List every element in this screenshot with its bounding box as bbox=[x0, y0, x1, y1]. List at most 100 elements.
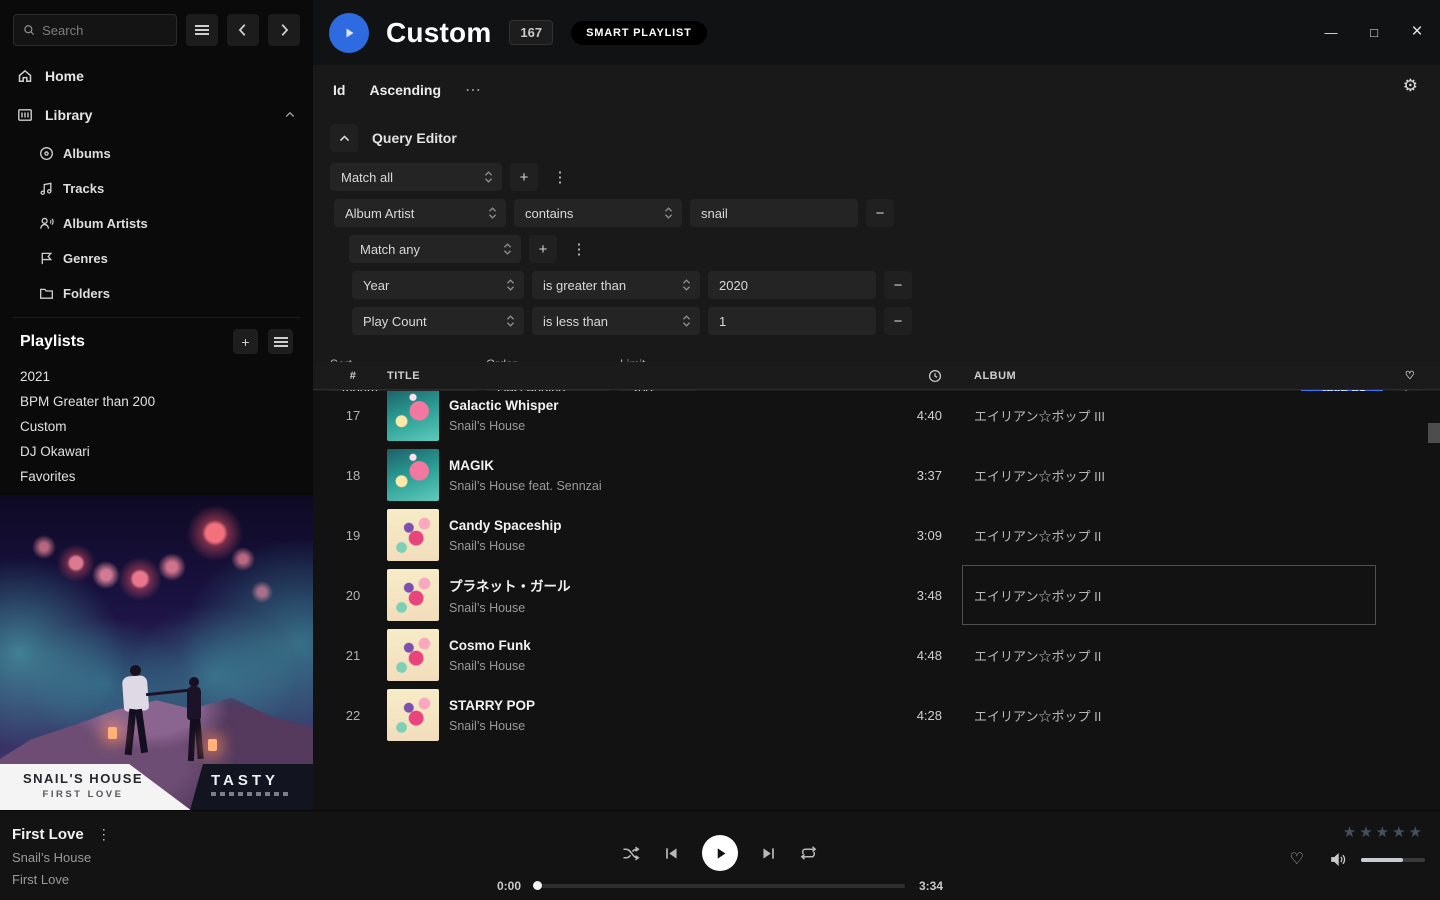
column-header-title[interactable]: TITLE bbox=[387, 370, 858, 382]
rule-field-select[interactable]: Year bbox=[352, 271, 524, 299]
query-rule: Album Artist contains − bbox=[334, 199, 1420, 227]
gear-icon[interactable]: ⚙ bbox=[1403, 76, 1418, 96]
unfold-icon bbox=[506, 278, 515, 292]
seek-slider-thumb[interactable] bbox=[533, 881, 542, 890]
shuffle-icon bbox=[622, 845, 641, 862]
match-type-select[interactable]: Match all bbox=[330, 163, 502, 191]
album-cover-thumbnail bbox=[387, 629, 439, 681]
unfold-icon bbox=[664, 206, 673, 220]
now-playing-album: First Love bbox=[12, 872, 111, 887]
add-rule-button[interactable]: + bbox=[529, 235, 557, 263]
track-artist: Snail’s House bbox=[449, 419, 858, 433]
sidebar-item-folders[interactable]: Folders bbox=[39, 282, 296, 305]
window-maximize-button[interactable]: □ bbox=[1359, 18, 1389, 46]
collapse-query-editor-button[interactable] bbox=[330, 124, 358, 152]
rule-field-select[interactable]: Play Count bbox=[352, 307, 524, 335]
now-playing-artist: Snail’s House bbox=[12, 850, 111, 865]
art-hand-lantern bbox=[208, 739, 217, 751]
back-button[interactable] bbox=[227, 14, 259, 46]
sidebar-item-label: Library bbox=[45, 107, 92, 123]
column-header-duration[interactable] bbox=[868, 369, 946, 383]
seek-slider[interactable] bbox=[535, 884, 905, 888]
window-minimize-button[interactable]: — bbox=[1316, 18, 1346, 46]
playlist-item[interactable]: 2021 bbox=[13, 364, 300, 389]
disc-icon bbox=[39, 146, 54, 161]
playlist-list-view-button[interactable] bbox=[268, 329, 293, 354]
rule-operator-select[interactable]: is less than bbox=[532, 307, 700, 335]
group-options-button[interactable]: ⋮ bbox=[546, 163, 574, 191]
match-type-select[interactable]: Match any bbox=[349, 235, 521, 263]
favorite-button[interactable]: ♡ bbox=[1290, 853, 1304, 867]
table-row[interactable]: 22 STARRY POP Snail’s House 4:28 エイリアン☆ポ… bbox=[313, 685, 1440, 745]
player-right-controls: ★★★★★ ♡ bbox=[1275, 825, 1425, 867]
home-icon bbox=[17, 68, 33, 84]
table-row[interactable]: 17 Galactic Whisper Snail’s House 4:40 エ… bbox=[313, 391, 1440, 445]
sidebar-item-library[interactable]: Library bbox=[17, 103, 296, 127]
rule-value-input[interactable] bbox=[690, 199, 858, 227]
sidebar-item-album-artists[interactable]: Album Artists bbox=[39, 212, 296, 235]
unfold-icon bbox=[682, 278, 691, 292]
star-icon[interactable]: ★ bbox=[1359, 824, 1375, 841]
rule-value-input[interactable] bbox=[708, 271, 876, 299]
unfold-icon bbox=[488, 206, 497, 220]
forward-button[interactable] bbox=[268, 14, 300, 46]
rule-operator-select[interactable]: is greater than bbox=[532, 271, 700, 299]
query-editor: Query Editor Match all + ⋮ Album Artist bbox=[313, 115, 1440, 403]
star-icon[interactable]: ★ bbox=[1376, 824, 1392, 841]
star-icon[interactable]: ★ bbox=[1409, 824, 1425, 841]
minus-icon: − bbox=[894, 277, 903, 294]
sort-field-button[interactable]: Id bbox=[333, 82, 345, 98]
track-number: 17 bbox=[329, 408, 377, 423]
repeat-button[interactable] bbox=[799, 845, 818, 861]
previous-button[interactable] bbox=[664, 846, 679, 861]
group-options-button[interactable]: ⋮ bbox=[565, 235, 593, 263]
column-header-album[interactable]: ALBUM bbox=[956, 370, 1380, 382]
star-icon[interactable]: ★ bbox=[1392, 824, 1408, 841]
play-pause-button[interactable] bbox=[702, 835, 738, 871]
table-row[interactable]: 18 MAGIK Snail’s House feat. Sennzai 3:3… bbox=[313, 445, 1440, 505]
column-header-favorite[interactable]: ♡ bbox=[1390, 369, 1430, 382]
minus-icon: − bbox=[894, 313, 903, 330]
sidebar-item-label: Home bbox=[45, 68, 84, 84]
volume-slider[interactable] bbox=[1361, 858, 1425, 862]
track-artist: Snail’s House bbox=[449, 659, 858, 673]
column-header-number[interactable]: # bbox=[329, 370, 377, 382]
search-input[interactable] bbox=[42, 23, 167, 38]
scrollbar-thumb[interactable] bbox=[1428, 423, 1440, 443]
table-row[interactable]: 19 Candy Spaceship Snail’s House 3:09 エイ… bbox=[313, 505, 1440, 565]
remove-rule-button[interactable]: − bbox=[884, 271, 912, 299]
sidebar-item-genres[interactable]: Genres bbox=[39, 247, 296, 270]
play-playlist-button[interactable] bbox=[329, 13, 369, 53]
more-options-button[interactable]: ⋯ bbox=[465, 80, 482, 100]
add-playlist-button[interactable]: + bbox=[233, 329, 258, 354]
sidebar-item-tracks[interactable]: Tracks bbox=[39, 177, 296, 200]
sidebar-item-albums[interactable]: Albums bbox=[39, 142, 296, 165]
track-title: Galactic Whisper bbox=[449, 398, 858, 413]
track-album: エイリアン☆ポップ II bbox=[956, 586, 1380, 605]
add-rule-button[interactable]: + bbox=[510, 163, 538, 191]
rule-field-select[interactable]: Album Artist bbox=[334, 199, 506, 227]
remove-rule-button[interactable]: − bbox=[884, 307, 912, 335]
flag-icon bbox=[39, 251, 54, 266]
playlist-item[interactable]: Favorites bbox=[13, 464, 300, 489]
playlist-item[interactable]: BPM Greater than 200 bbox=[13, 389, 300, 414]
menu-button[interactable] bbox=[186, 14, 218, 46]
shuffle-button[interactable] bbox=[622, 845, 641, 862]
sidebar-item-home[interactable]: Home bbox=[17, 64, 296, 88]
track-artist: Snail’s House bbox=[449, 539, 858, 553]
track-title: MAGIK bbox=[449, 458, 858, 473]
rule-value-input[interactable] bbox=[708, 307, 876, 335]
volume-button[interactable] bbox=[1330, 852, 1348, 867]
now-playing-options-button[interactable]: ⋮ bbox=[97, 826, 111, 843]
star-icon[interactable]: ★ bbox=[1343, 824, 1359, 841]
sort-direction-button[interactable]: Ascending bbox=[369, 82, 441, 98]
playlist-item[interactable]: Custom bbox=[13, 414, 300, 439]
window-close-button[interactable]: × bbox=[1402, 18, 1432, 46]
table-row[interactable]: 21 Cosmo Funk Snail’s House 4:48 エイリアン☆ポ… bbox=[313, 625, 1440, 685]
rating-stars[interactable]: ★★★★★ bbox=[1275, 825, 1425, 841]
playlist-item[interactable]: DJ Okawari bbox=[13, 439, 300, 464]
next-button[interactable] bbox=[761, 846, 776, 861]
remove-rule-button[interactable]: − bbox=[866, 199, 894, 227]
rule-operator-select[interactable]: contains bbox=[514, 199, 682, 227]
table-row[interactable]: 20 プラネット・ガール Snail’s House 3:48 エイリアン☆ポッ… bbox=[313, 565, 1440, 625]
